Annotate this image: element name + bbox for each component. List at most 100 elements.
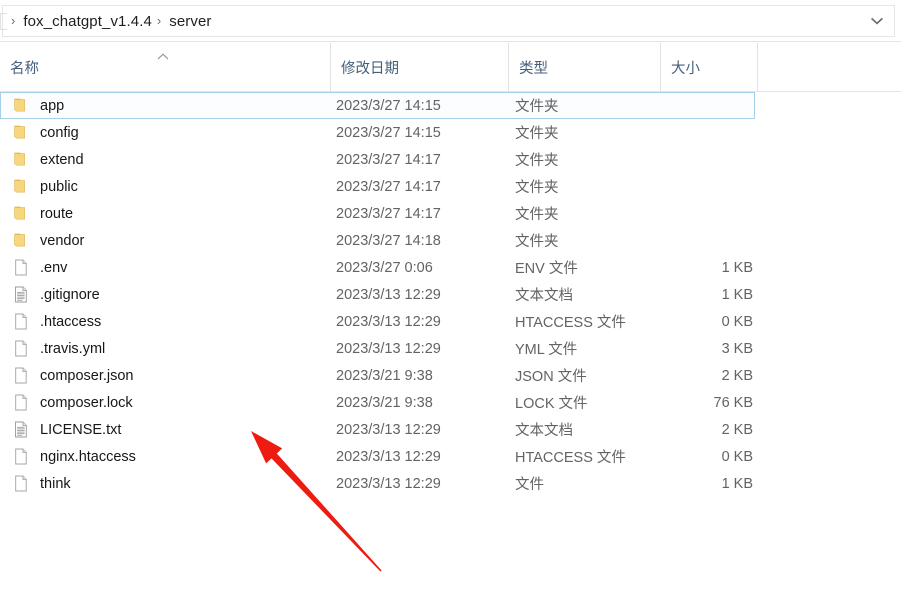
file-name-cell[interactable]: nginx.htaccess [0,443,330,470]
file-type-cell: 文件夹 [515,173,660,200]
file-date-cell: 2023/3/21 9:38 [336,389,508,416]
file-name-label: composer.lock [40,395,133,411]
file-name-cell[interactable]: .htaccess [0,308,330,335]
file-size-cell [660,93,755,118]
file-type-cell: 文件 [515,470,660,497]
file-row[interactable]: public 2023/3/27 14:17 文件夹 [0,173,901,200]
blank-file-icon [13,340,29,357]
file-name-label: think [40,476,71,492]
folder-icon [13,178,29,195]
column-header-type[interactable]: 类型 [508,43,660,92]
breadcrumb-item-fox-chatgpt[interactable]: fox_chatgpt_v1.4.4 [21,11,154,32]
file-date-cell: 2023/3/13 12:29 [336,335,508,362]
file-date-cell: 2023/3/13 12:29 [336,470,508,497]
file-row[interactable]: nginx.htaccess2023/3/13 12:29HTACCESS 文件… [0,443,901,470]
file-row[interactable]: .env2023/3/27 0:06ENV 文件1 KB [0,254,901,281]
file-row[interactable]: route2023/3/27 14:17 文件夹 [0,200,901,227]
file-row[interactable]: LICENSE.txt2023/3/13 12:29文本文档2 KB [0,416,901,443]
file-name-cell[interactable]: vendor [0,227,330,254]
file-type-cell: JSON 文件 [515,362,660,389]
file-type-cell: ENV 文件 [515,254,660,281]
blank-file-icon [13,313,29,330]
file-date-cell: 2023/3/13 12:29 [336,416,508,443]
column-header-date-modified[interactable]: 修改日期 [330,43,508,92]
file-type-cell: 文件夹 [515,227,660,254]
file-size-cell [660,173,755,200]
file-name-label: .gitignore [40,287,100,303]
file-name-cell[interactable]: composer.json [0,362,330,389]
file-row[interactable]: config 2023/3/27 14:15 文件夹 [0,119,901,146]
blank-file-icon [13,259,29,276]
column-header-name-label: 名称 [0,57,39,78]
file-size-cell [660,227,755,254]
file-type-cell: 文件夹 [515,200,660,227]
text-document-icon [13,421,29,438]
folder-icon [13,151,29,168]
file-date-cell: 2023/3/27 14:17 [336,173,508,200]
file-size-cell: 2 KB [660,416,755,443]
file-name-label: LICENSE.txt [40,422,121,438]
file-name-cell[interactable]: public [0,173,330,200]
file-row[interactable]: vendor2023/3/27 14:18 文件夹 [0,227,901,254]
file-size-cell: 3 KB [660,335,755,362]
file-name-label: .travis.yml [40,341,105,357]
file-row[interactable]: .gitignore2023/3/13 12:29文本文档1 KB [0,281,901,308]
file-size-cell [660,119,755,146]
file-type-cell: 文本文档 [515,281,660,308]
file-row[interactable]: .travis.yml2023/3/13 12:29YML 文件3 KB [0,335,901,362]
file-name-label: config [40,125,79,141]
file-date-cell: 2023/3/13 12:29 [336,281,508,308]
file-type-cell: 文件夹 [515,146,660,173]
folder-icon [13,97,29,114]
file-name-label: app [40,98,64,114]
folder-icon [13,232,29,249]
file-name-label: .env [40,260,67,276]
file-name-cell[interactable]: .env [0,254,330,281]
column-header-date-label: 修改日期 [331,57,399,78]
breadcrumb-separator-0[interactable]: › [8,14,21,27]
column-header-size[interactable]: 大小 [660,43,757,92]
file-row[interactable]: .htaccess2023/3/13 12:29HTACCESS 文件0 KB [0,308,901,335]
file-date-cell: 2023/3/13 12:29 [336,308,508,335]
file-size-cell: 1 KB [660,470,755,497]
file-name-cell[interactable]: config [0,119,330,146]
file-date-cell: 2023/3/27 14:17 [336,146,508,173]
file-name-cell[interactable]: route [0,200,330,227]
chevron-down-icon[interactable] [869,13,885,29]
breadcrumb-overflow-icon[interactable] [0,13,7,30]
file-type-cell: HTACCESS 文件 [515,443,660,470]
blank-file-icon [13,448,29,465]
file-row[interactable]: app2023/3/27 14:15文件夹 [0,92,755,119]
file-name-cell[interactable]: LICENSE.txt [0,416,330,443]
file-name-label: .htaccess [40,314,101,330]
file-name-cell[interactable]: app [1,93,331,118]
file-name-cell[interactable]: .gitignore [0,281,330,308]
file-date-cell: 2023/3/27 14:18 [336,227,508,254]
file-name-cell[interactable]: composer.lock [0,389,330,416]
file-name-label: extend [40,152,84,168]
file-name-cell[interactable]: think [0,470,330,497]
file-date-cell: 2023/3/27 14:15 [336,119,508,146]
file-name-cell[interactable]: extend [0,146,330,173]
file-type-cell: 文件夹 [515,119,660,146]
blank-file-icon [13,475,29,492]
file-row[interactable]: extend 2023/3/27 14:17 文件夹 [0,146,901,173]
file-name-label: public [40,179,78,195]
column-header-type-label: 类型 [509,57,548,78]
file-row[interactable]: composer.lock2023/3/21 9:38LOCK 文件76 KB [0,389,901,416]
breadcrumb-separator-1[interactable]: › [154,14,167,27]
folder-icon [13,205,29,222]
address-bar: › fox_chatgpt_v1.4.4 › server [0,0,901,42]
file-name-cell[interactable]: .travis.yml [0,335,330,362]
file-size-cell: 0 KB [660,443,755,470]
column-header-size-label: 大小 [661,57,700,78]
file-row[interactable]: think 2023/3/13 12:29 文件1 KB [0,470,901,497]
file-date-cell: 2023/3/27 14:15 [336,93,508,118]
breadcrumb-item-server[interactable]: server [167,11,213,32]
file-size-cell [660,200,755,227]
file-date-cell: 2023/3/27 14:17 [336,200,508,227]
file-name-label: composer.json [40,368,134,384]
file-list[interactable]: app 2023/3/27 14:15 文件夹 config 2023/3/27 14:… [0,92,901,598]
text-document-icon [13,286,29,303]
file-row[interactable]: composer.json2023/3/21 9:38JSON 文件2 KB [0,362,901,389]
